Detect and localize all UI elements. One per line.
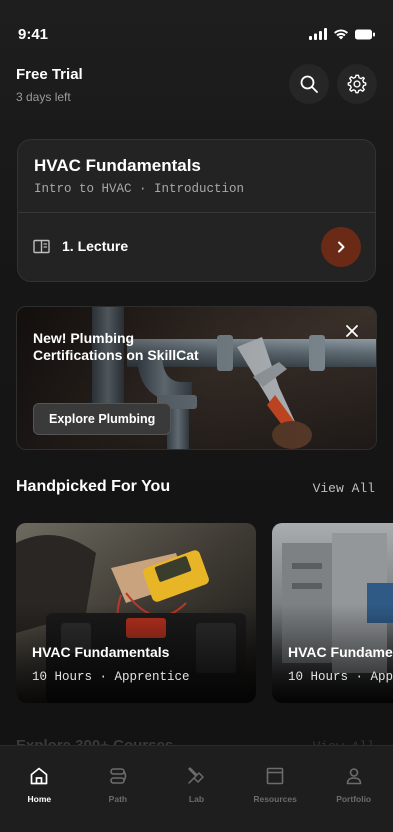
nav-label-home: Home xyxy=(27,794,52,804)
course-card-title: HVAC Fundamentals xyxy=(32,644,170,660)
plan-title: Free Trial xyxy=(16,66,83,83)
course-card-title: HVAC Fundamentals xyxy=(288,644,393,660)
nav-label-lab: Lab xyxy=(188,794,205,804)
chevron-right-icon xyxy=(338,241,345,253)
handpicked-view-all-link[interactable]: View All xyxy=(313,481,375,496)
plan-subtitle: 3 days left xyxy=(16,90,71,104)
portfolio-icon xyxy=(346,768,361,785)
resources-icon xyxy=(266,767,284,785)
resume-lesson-button[interactable] xyxy=(321,227,361,267)
continue-course-card[interactable]: HVAC Fundamentals Intro to HVAC · Introd… xyxy=(17,139,376,282)
battery-icon xyxy=(355,29,375,39)
lab-icon xyxy=(188,767,205,784)
nav-label-path: Path xyxy=(108,794,128,804)
nav-item-resources[interactable]: Resources xyxy=(236,746,315,832)
status-bar: 9:41 xyxy=(0,0,393,54)
close-icon[interactable] xyxy=(342,321,362,341)
status-time: 9:41 xyxy=(18,26,49,43)
app-screen: 9:41 Free Trial 3 days left HVAC Fundame… xyxy=(0,0,393,832)
nav-label-resources: Resources xyxy=(253,794,297,804)
signal-icon xyxy=(309,28,327,40)
handpicked-section-title: Handpicked For You xyxy=(16,478,171,495)
course-card[interactable]: HVAC Fundamentals 10 Hours · Apprentice xyxy=(272,523,393,703)
home-icon xyxy=(30,767,48,785)
continue-course-breadcrumb: Intro to HVAC · Introduction xyxy=(34,182,245,196)
nav-label-portfolio: Portfolio xyxy=(336,794,372,804)
continue-course-title: HVAC Fundamentals xyxy=(34,156,201,175)
nav-item-portfolio[interactable]: Portfolio xyxy=(314,746,393,832)
explore-plumbing-button[interactable]: Explore Plumbing xyxy=(33,403,172,435)
current-lesson-label: 1. Lecture xyxy=(62,238,129,254)
course-card[interactable]: HVAC Fundamentals 10 Hours · Apprentice xyxy=(16,523,256,703)
card-divider xyxy=(18,212,375,213)
header: Free Trial 3 days left xyxy=(16,62,377,108)
nav-item-path[interactable]: Path xyxy=(79,746,158,832)
path-icon xyxy=(110,768,127,784)
status-icons xyxy=(309,28,375,40)
settings-button[interactable] xyxy=(337,64,377,104)
course-card-meta: 10 Hours · Apprentice xyxy=(32,670,190,684)
nav-item-lab[interactable]: Lab xyxy=(157,746,236,832)
nav-item-home[interactable]: Home xyxy=(0,746,79,832)
promo-title: New! Plumbing Certifications on SkillCat xyxy=(33,330,199,363)
plumbing-promo-banner[interactable]: New! Plumbing Certifications on SkillCat… xyxy=(16,306,377,450)
wifi-icon xyxy=(334,29,348,40)
course-card-meta: 10 Hours · Apprentice xyxy=(288,670,393,684)
gear-icon xyxy=(347,74,367,94)
bottom-navigation: Home Path Lab Resources Portfolio xyxy=(0,745,393,832)
search-button[interactable] xyxy=(289,64,329,104)
search-icon xyxy=(300,75,318,93)
book-icon xyxy=(33,239,50,254)
